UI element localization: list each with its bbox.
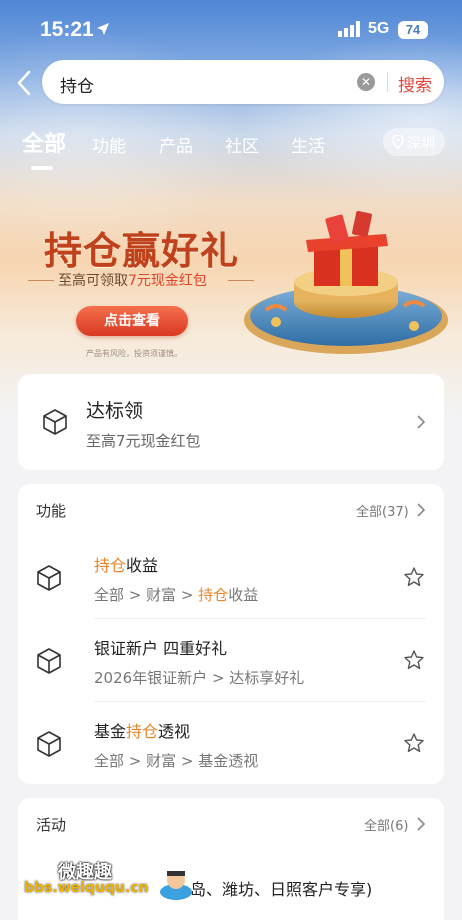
- functions-all-link[interactable]: 全部(37): [356, 501, 409, 520]
- function-item-title: 基金持仓透视: [94, 722, 191, 741]
- function-item-fund-holding[interactable]: 基金持仓透视 全部 > 财富 > 基金透视: [36, 708, 444, 792]
- star-icon[interactable]: [403, 732, 425, 754]
- search-divider: [387, 72, 388, 92]
- network-label: 5G: [368, 20, 390, 37]
- mascot-icon: [160, 871, 192, 900]
- city-label: 深圳: [407, 136, 435, 152]
- functions-section: 功能 全部(37) 持仓收益 全部 > 财富 > 持仓收益 银证新户 四重好礼 …: [18, 484, 444, 784]
- search-button[interactable]: 搜索: [398, 71, 432, 96]
- activities-title: 活动: [36, 816, 67, 834]
- row-divider: [94, 701, 426, 702]
- promo-card[interactable]: 达标领 至高7元现金红包: [18, 374, 444, 470]
- chevron-right-icon: [417, 415, 426, 429]
- location-pin-icon: [392, 135, 404, 149]
- gift-box-illustration: [244, 210, 448, 354]
- function-item-title: 银证新户 四重好礼: [94, 639, 228, 658]
- function-item-path: 2026年银证新户 > 达标享好礼: [94, 669, 305, 687]
- star-icon[interactable]: [403, 566, 425, 588]
- city-selector[interactable]: 深圳: [383, 128, 445, 156]
- battery-indicator: 74: [398, 21, 428, 39]
- cube-icon: [37, 731, 61, 757]
- activities-all-link[interactable]: 全部(6): [364, 815, 408, 834]
- function-item-title: 持仓收益: [94, 556, 159, 575]
- tab-functions[interactable]: 功能: [92, 132, 126, 157]
- banner-subtitle: 至高可领取7元现金红包: [58, 273, 207, 289]
- banner-title: 持仓赢好礼: [44, 229, 240, 273]
- status-bar: 15:21 5G 74: [0, 0, 462, 54]
- cube-icon: [37, 565, 61, 591]
- promo-banner[interactable]: 持仓赢好礼 至高可领取7元现金红包 点击查看 产品有风险，投资须谨慎。: [0, 190, 462, 370]
- promo-card-subtitle: 至高7元现金红包: [86, 432, 201, 450]
- promo-card-title: 达标领: [86, 400, 144, 422]
- star-icon[interactable]: [403, 649, 425, 671]
- tab-products[interactable]: 产品: [159, 132, 193, 157]
- back-arrow-icon[interactable]: [12, 66, 38, 100]
- activity-item-title[interactable]: 岛、潍坊、日照客户专享): [190, 876, 372, 900]
- signal-icon: [338, 21, 360, 37]
- functions-title: 功能: [36, 502, 67, 520]
- chevron-right-icon[interactable]: [416, 816, 426, 832]
- status-time: 15:21: [40, 18, 94, 41]
- search-bar[interactable]: 持仓 ✕ 搜索: [42, 60, 444, 104]
- row-divider: [94, 618, 426, 619]
- watermark-url: bbs.weiququ.cn: [24, 880, 149, 896]
- banner-view-button[interactable]: 点击查看: [76, 306, 188, 336]
- banner-divider-left: [28, 280, 54, 281]
- tab-community[interactable]: 社区: [225, 132, 259, 157]
- cube-icon: [43, 409, 67, 435]
- function-item-path: 全部 > 财富 > 持仓收益: [94, 586, 259, 604]
- clear-icon[interactable]: ✕: [357, 73, 375, 91]
- chevron-right-icon[interactable]: [416, 502, 426, 518]
- active-tab-indicator: [31, 166, 53, 170]
- function-item-new-account[interactable]: 银证新户 四重好礼 2026年银证新户 > 达标享好礼: [36, 625, 444, 709]
- function-item-holding-income[interactable]: 持仓收益 全部 > 财富 > 持仓收益: [36, 542, 444, 626]
- search-input[interactable]: 持仓: [60, 72, 94, 97]
- location-arrow-icon: [97, 23, 109, 35]
- function-item-path: 全部 > 财富 > 基金透视: [94, 752, 259, 770]
- tab-all[interactable]: 全部: [22, 126, 66, 158]
- tab-life[interactable]: 生活: [291, 132, 325, 157]
- banner-risk-note: 产品有风险，投资须谨慎。: [86, 349, 182, 358]
- cube-icon: [37, 648, 61, 674]
